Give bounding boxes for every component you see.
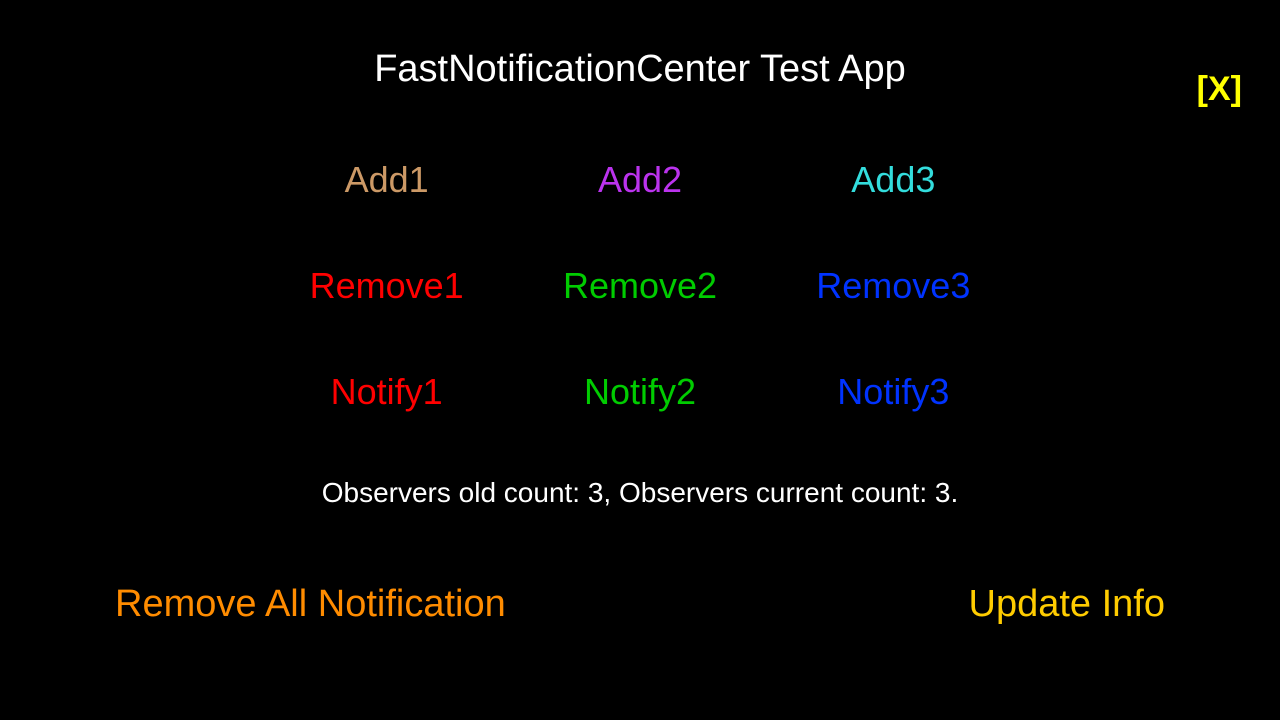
observer-status-text: Observers old count: 3, Observers curren…: [0, 477, 1280, 509]
add3-button[interactable]: Add3: [851, 159, 935, 201]
remove2-button[interactable]: Remove2: [563, 265, 717, 307]
update-info-button[interactable]: Update Info: [969, 583, 1165, 626]
notify3-button[interactable]: Notify3: [837, 371, 949, 413]
add2-button[interactable]: Add2: [598, 159, 682, 201]
remove3-button[interactable]: Remove3: [816, 265, 970, 307]
notify2-button[interactable]: Notify2: [584, 371, 696, 413]
close-button[interactable]: [X]: [1197, 70, 1242, 109]
remove1-button[interactable]: Remove1: [310, 265, 464, 307]
bottom-actions: Remove All Notification Update Info: [115, 583, 1165, 626]
notify1-button[interactable]: Notify1: [331, 371, 443, 413]
app-title: FastNotificationCenter Test App: [0, 48, 1280, 91]
button-grid: Add1 Add2 Add3 Remove1 Remove2 Remove3 N…: [260, 159, 1020, 413]
remove-all-button[interactable]: Remove All Notification: [115, 583, 506, 626]
add1-button[interactable]: Add1: [345, 159, 429, 201]
